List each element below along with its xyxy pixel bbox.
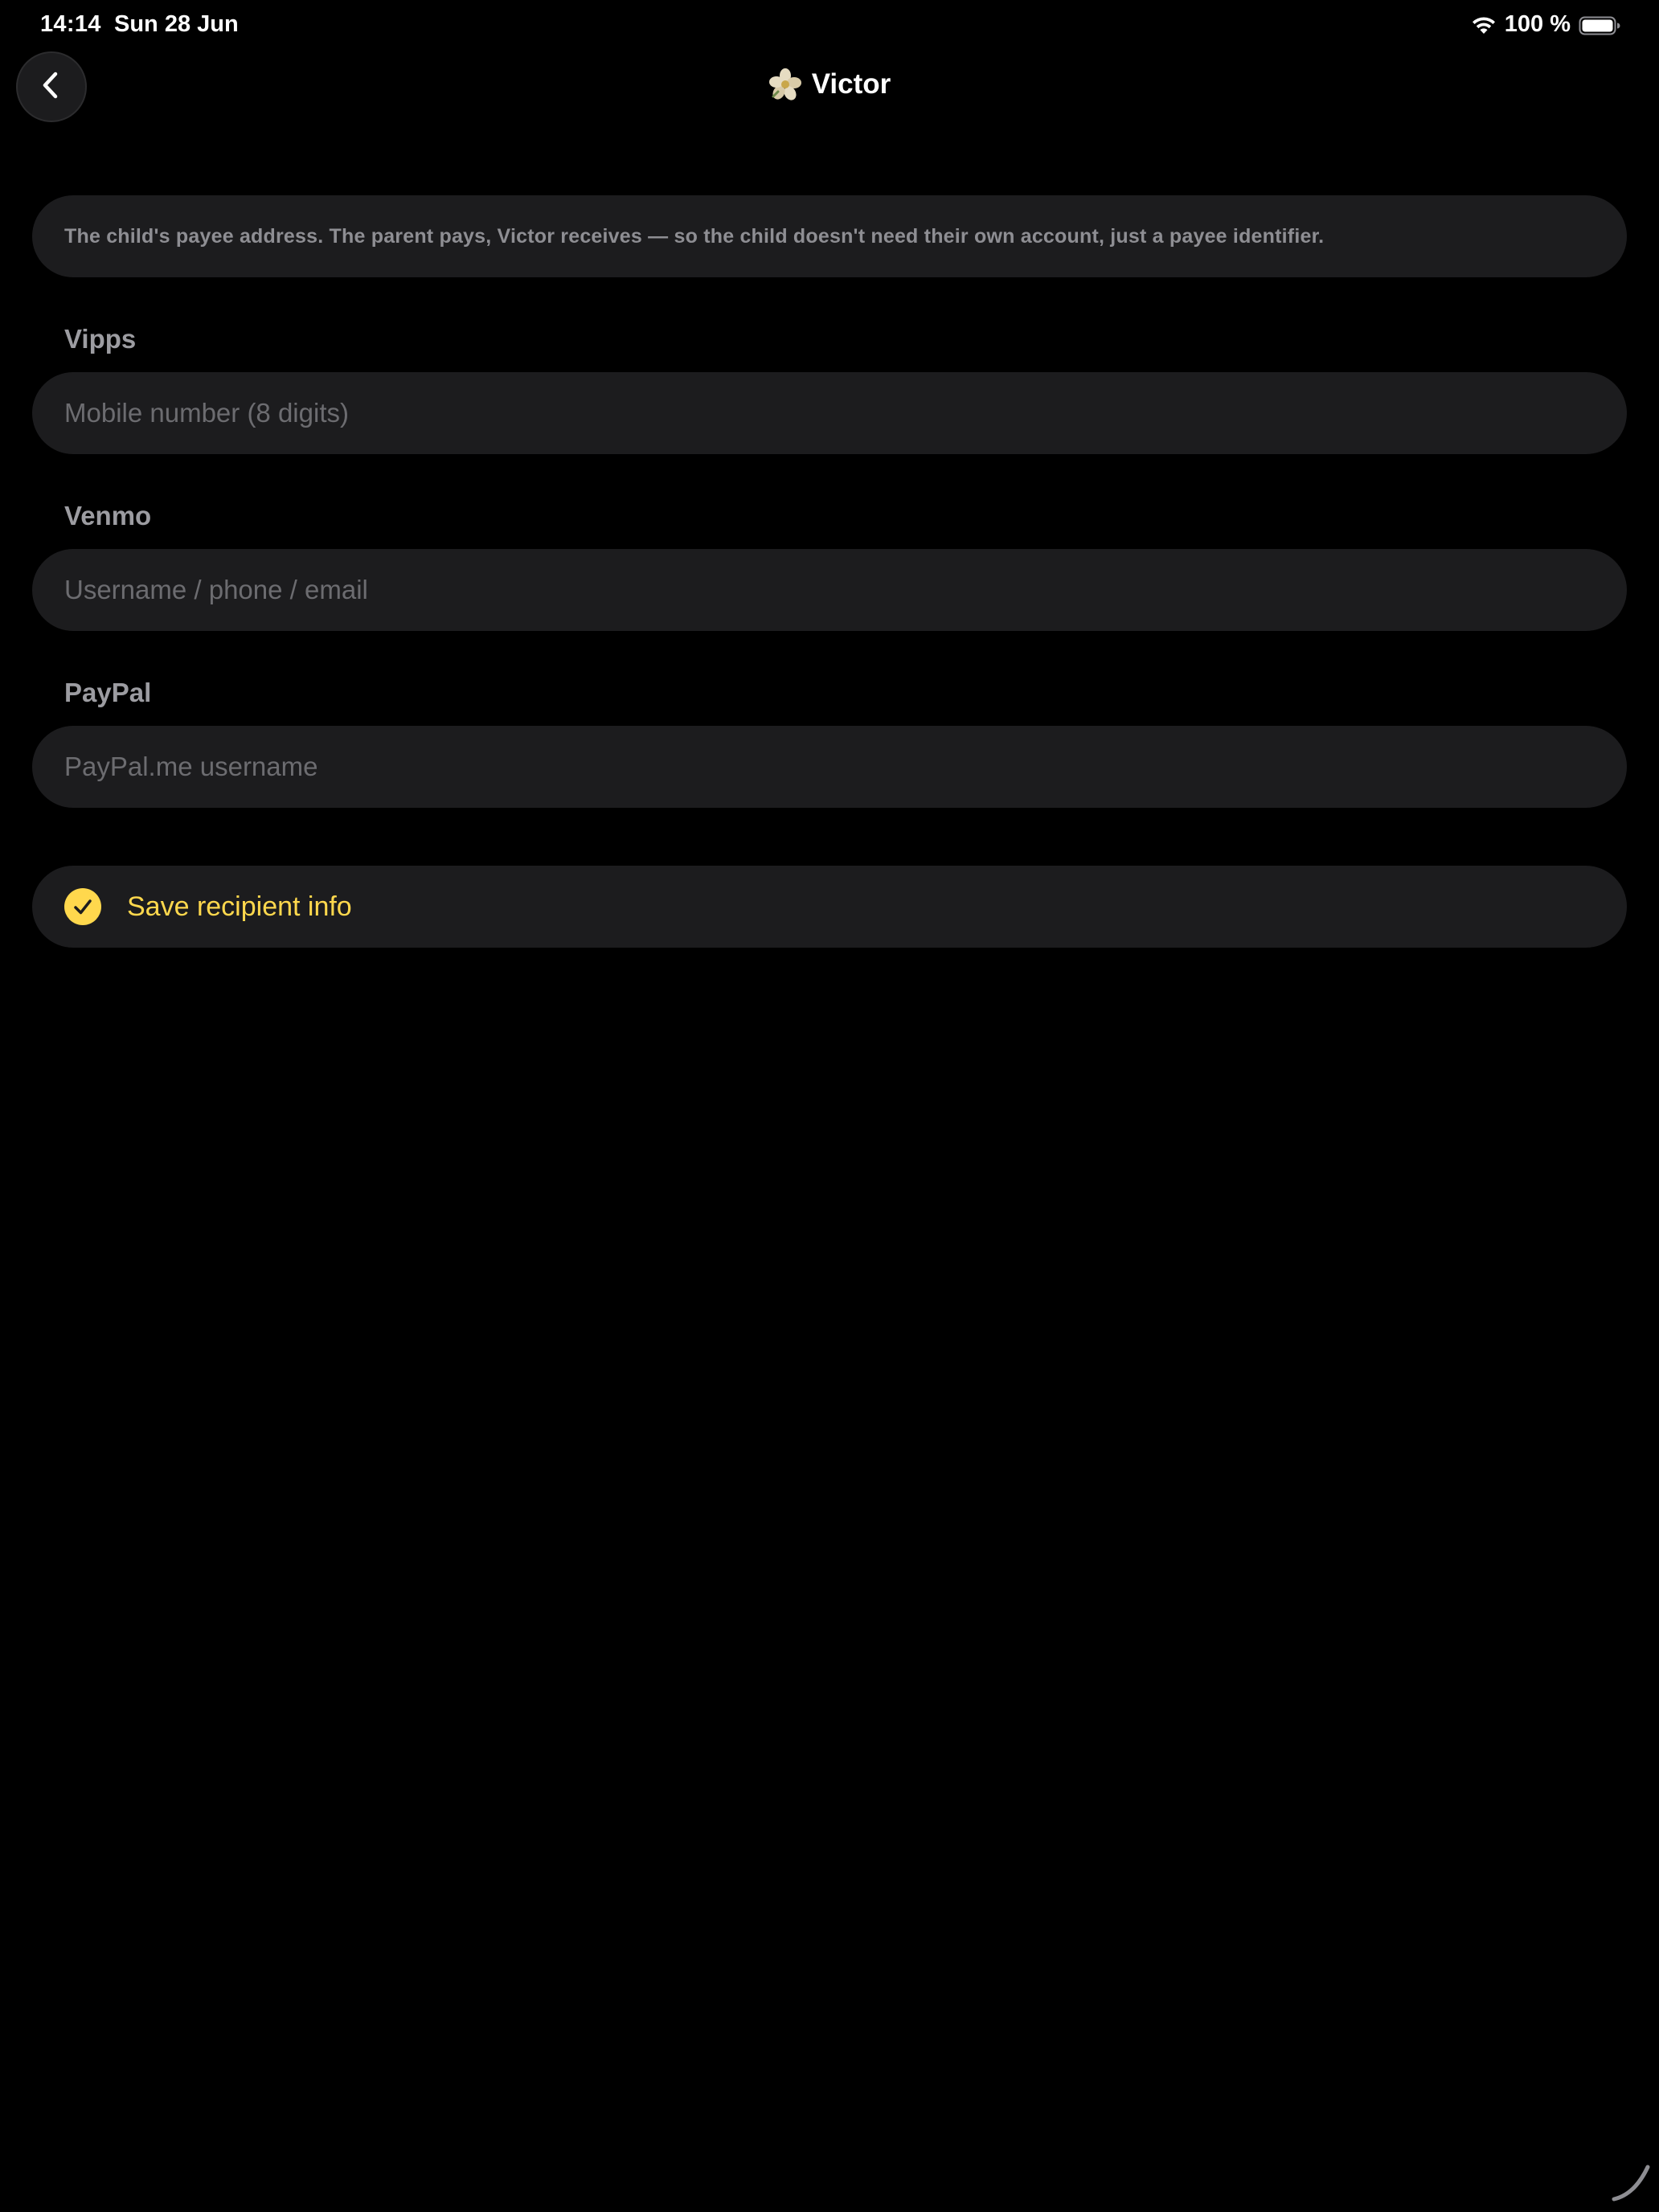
save-recipient-label: Save recipient info [127,891,352,922]
status-time: 14:14 [40,11,101,37]
paypal-input[interactable] [32,726,1627,808]
wifi-icon [1471,15,1497,35]
corner-indicator-icon [1611,2162,1651,2202]
venmo-input[interactable] [32,549,1627,631]
title-text: Victor [811,68,891,100]
paypal-label: PayPal [64,678,152,707]
page-title: Victor [0,68,1659,101]
vipps-input[interactable] [32,372,1627,454]
status-indicators: 100 % [1471,11,1620,38]
venmo-label: Venmo [64,501,152,530]
info-text: The child's payee address. The parent pa… [64,224,1325,248]
checkmark-circle-icon [64,888,101,925]
save-recipient-button[interactable]: Save recipient info [32,866,1627,948]
vipps-label: Vipps [64,324,137,354]
info-card: The child's payee address. The parent pa… [32,195,1627,277]
status-bar: 14:14 Sun 28 Jun 100 % [0,0,1659,51]
battery-icon [1579,15,1620,35]
status-date: Sun 28 Jun [114,11,239,37]
battery-percentage: 100 % [1504,11,1571,37]
flower-icon [768,68,802,101]
